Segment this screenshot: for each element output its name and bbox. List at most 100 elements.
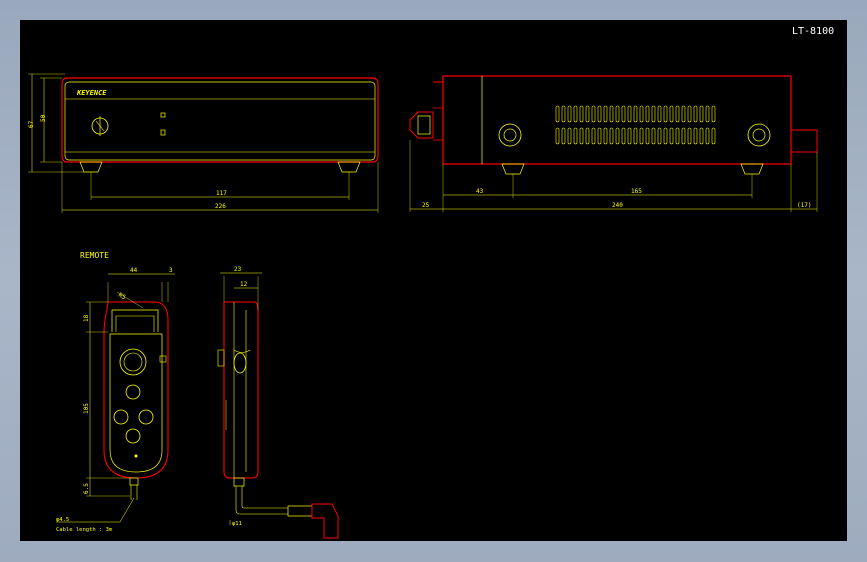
- vent-slot: [621, 105, 626, 123]
- vent-slot: [609, 127, 614, 145]
- remote-body-outline: [103, 301, 169, 479]
- remote-hanger: [111, 309, 159, 332]
- vent-slot: [573, 105, 578, 123]
- dim-front-height-body: 50: [40, 114, 47, 122]
- dim-foot-span: 165: [631, 188, 642, 195]
- remote-front-view: 44 3 R5 18 105 6.5 φ4.5 Cable length : 3…: [56, 267, 175, 533]
- vent-slot: [711, 127, 716, 145]
- vent-slot: [639, 127, 644, 145]
- dim-remote-edge: 3: [169, 267, 173, 274]
- dim-remote-width: 44: [130, 267, 138, 274]
- vent-slot: [669, 105, 674, 123]
- vent-slot: [597, 127, 602, 145]
- vent-slot: [633, 105, 638, 123]
- vent-slot: [639, 105, 644, 123]
- vent-slot: [663, 127, 668, 145]
- brand-logo: KEYENCE: [76, 89, 107, 97]
- dim-remote-cable-dia: φ4.5: [56, 517, 69, 523]
- vent-slot: [567, 127, 572, 145]
- vent-slot: [687, 127, 692, 145]
- remote-button-top-icon: [125, 384, 141, 400]
- side-port-right-icon: [747, 123, 771, 147]
- vent-slot: [609, 105, 614, 123]
- vent-slot: [615, 105, 620, 123]
- vent-slot: [597, 105, 602, 123]
- dim-foot-left: 43: [476, 188, 484, 195]
- remote-side-joystick-icon: [233, 352, 247, 374]
- vent-slot: [687, 105, 692, 123]
- dim-remote-thickness: 23: [234, 266, 242, 273]
- side-view: 43 165 25 240 (17): [409, 75, 818, 212]
- front-panel: [64, 81, 376, 161]
- vent-slot: [681, 127, 686, 145]
- vent-slot: [651, 127, 656, 145]
- foot-right: [337, 161, 361, 173]
- vent-slot: [591, 105, 596, 123]
- dim-front-height-total: 67: [28, 120, 35, 128]
- vent-slot: [561, 127, 566, 145]
- remote-side-view: 23 12 φ11: [217, 266, 339, 539]
- vent-slot: [627, 105, 632, 123]
- vent-slot: [591, 127, 596, 145]
- foot-left: [79, 161, 103, 173]
- vent-grille: [555, 105, 716, 145]
- side-port-left-icon: [498, 123, 522, 147]
- vent-slot: [633, 127, 638, 145]
- dim-remote-bottom: 6.5: [83, 483, 90, 494]
- vent-slot: [681, 105, 686, 123]
- dim-front-width: 226: [215, 203, 226, 210]
- cable-length-note: Cable length : 3m: [56, 527, 113, 533]
- remote-button-right-icon: [138, 409, 154, 425]
- remote-label: REMOTE: [80, 251, 109, 260]
- vent-slot: [675, 105, 680, 123]
- vent-slot: [615, 127, 620, 145]
- vent-slot: [603, 127, 608, 145]
- vent-slot: [651, 105, 656, 123]
- dim-remote-top: 18: [83, 314, 90, 322]
- vent-slot: [657, 127, 662, 145]
- vent-slot: [711, 105, 716, 123]
- vent-slot: [669, 127, 674, 145]
- vent-slot: [567, 105, 572, 123]
- vent-slot: [645, 127, 650, 145]
- vent-slot: [585, 105, 590, 123]
- cad-drawing: LT-8100 KEYENCE 67 50 117 226 43 165 25 …: [28, 26, 834, 539]
- vent-slot: [693, 127, 698, 145]
- indicator-led-icon: [160, 112, 166, 118]
- side-body-outline: [442, 75, 792, 165]
- vent-slot: [657, 105, 662, 123]
- vent-slot: [693, 105, 698, 123]
- dim-rear: (17): [797, 202, 811, 209]
- front-view: KEYENCE 67 50 117 226: [28, 73, 379, 213]
- vent-slot: [621, 127, 626, 145]
- dim-remote-length: 105: [83, 403, 90, 414]
- dim-remote-side-cable-dia: φ11: [232, 521, 242, 527]
- dim-depth: 240: [612, 202, 623, 209]
- vent-slot: [705, 127, 710, 145]
- remote-button-left-icon: [113, 409, 129, 425]
- vent-slot: [705, 105, 710, 123]
- remote-button-bottom-icon: [125, 428, 141, 444]
- dim-key-offset: 25: [422, 202, 430, 209]
- cad-drawing-canvas: LT-8100 KEYENCE 67 50 117 226 43 165 25 …: [20, 20, 847, 541]
- vent-slot: [555, 127, 560, 145]
- vent-slot: [699, 127, 704, 145]
- vent-slot: [555, 105, 560, 123]
- vent-slot: [561, 105, 566, 123]
- vent-slot: [645, 105, 650, 123]
- vent-slot: [579, 127, 584, 145]
- remote-side-outline: [223, 301, 259, 479]
- remote-plug-head: [311, 503, 339, 539]
- dim-remote-inner: 12: [240, 281, 248, 288]
- vent-slot: [573, 127, 578, 145]
- vent-slot: [579, 105, 584, 123]
- front-body-outline: [61, 77, 379, 163]
- dim-feet-span: 117: [216, 190, 227, 197]
- vent-slot: [585, 127, 590, 145]
- vent-slot: [675, 127, 680, 145]
- vent-slot: [603, 105, 608, 123]
- rear-connector: [790, 129, 818, 153]
- indicator-led-icon: [160, 129, 166, 136]
- title-block-label: LT-8100: [792, 26, 834, 37]
- remote-plug: [287, 505, 313, 517]
